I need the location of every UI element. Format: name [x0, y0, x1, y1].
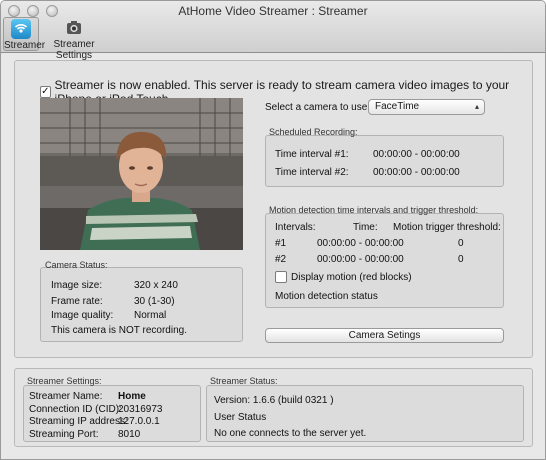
time-interval-2-value[interactable]: 00:00:00 - 00:00:00	[373, 167, 460, 178]
display-motion-checkbox[interactable]	[275, 271, 287, 283]
toolbar-settings-button[interactable]: Streamer Settings	[41, 17, 107, 61]
streamer-enabled-checkbox[interactable]: ✓	[40, 86, 51, 98]
time-interval-1-value[interactable]: 00:00:00 - 00:00:00	[373, 149, 460, 160]
camera-preview	[40, 98, 243, 250]
title-bar: AtHome Video Streamer : Streamer Streame…	[1, 1, 545, 61]
toolbar-streamer-label: Streamer	[4, 40, 46, 51]
frame-rate-value: 30 (1-30)	[134, 296, 175, 307]
streaming-port-value: 8010	[118, 429, 141, 440]
camera-select-value: FaceTime	[375, 101, 420, 112]
motion-row-1-id: #1	[275, 238, 287, 249]
image-quality-value: Normal	[134, 310, 167, 321]
user-status-value: No one connects to the server yet.	[214, 428, 367, 439]
streaming-port-label: Streaming Port:	[29, 429, 99, 440]
streaming-ip-value: 127.0.0.1	[118, 416, 160, 427]
streaming-ip-label: Streaming IP address:	[29, 416, 128, 427]
wifi-stream-icon	[11, 19, 31, 39]
motion-row-1-threshold[interactable]: 0	[458, 238, 464, 249]
camera-status-heading: Camera Status:	[45, 260, 108, 270]
display-motion-row: Display motion (red blocks)	[275, 271, 412, 283]
motion-row-2-time[interactable]: 00:00:00 - 00:00:00	[317, 254, 404, 265]
connection-id-label: Connection ID (CID):	[29, 404, 122, 415]
streamer-name-label: Streamer Name:	[29, 391, 103, 402]
recording-status-text: This camera is NOT recording.	[51, 325, 187, 336]
motion-row-1-time[interactable]: 00:00:00 - 00:00:00	[317, 238, 404, 249]
camera-select-label: Select a camera to use:	[265, 102, 371, 113]
streamer-settings-heading: Streamer Settings:	[27, 376, 102, 386]
window-title: AtHome Video Streamer : Streamer	[178, 4, 368, 18]
gear-camera-icon	[64, 18, 84, 38]
image-size-label: Image size:	[51, 280, 103, 291]
toolbar-streamer-button[interactable]: Streamer	[3, 17, 46, 51]
time-interval-1-label: Time interval #1:	[275, 149, 349, 160]
display-motion-label: Display motion (red blocks)	[291, 271, 412, 283]
scheduled-recording-heading: Scheduled Recording:	[269, 127, 358, 137]
time-interval-2-label: Time interval #2:	[275, 167, 349, 178]
motion-row-2-threshold[interactable]: 0	[458, 254, 464, 265]
camera-select[interactable]: FaceTime ▴	[368, 99, 485, 115]
motion-row-2-id: #2	[275, 254, 287, 265]
motion-status-text: Motion detection status	[275, 291, 378, 302]
connection-id-value: 20316973	[118, 404, 163, 415]
image-quality-label: Image quality:	[51, 310, 114, 321]
motion-detection-heading: Motion detection time intervals and trig…	[269, 205, 479, 215]
motion-col-time: Time:	[353, 222, 378, 233]
streamer-status-heading: Streamer Status:	[210, 376, 278, 386]
toolbar-settings-label: Streamer Settings	[53, 39, 95, 61]
scheduled-recording-box	[265, 135, 504, 187]
motion-col-intervals: Intervals:	[275, 222, 316, 233]
image-size-value: 320 x 240	[134, 280, 178, 291]
camera-settings-button[interactable]: Camera Setings	[265, 328, 504, 343]
app-window: AtHome Video Streamer : Streamer Streame…	[0, 0, 546, 460]
frame-rate-label: Frame rate:	[51, 296, 103, 307]
user-status-label: User Status	[214, 412, 267, 423]
motion-col-threshold: Motion trigger threshold:	[393, 222, 501, 233]
select-arrows-icon: ▴	[474, 102, 479, 111]
streamer-name-value: Home	[118, 391, 146, 402]
version-text: Version: 1.6.6 (build 0321 )	[214, 395, 334, 406]
